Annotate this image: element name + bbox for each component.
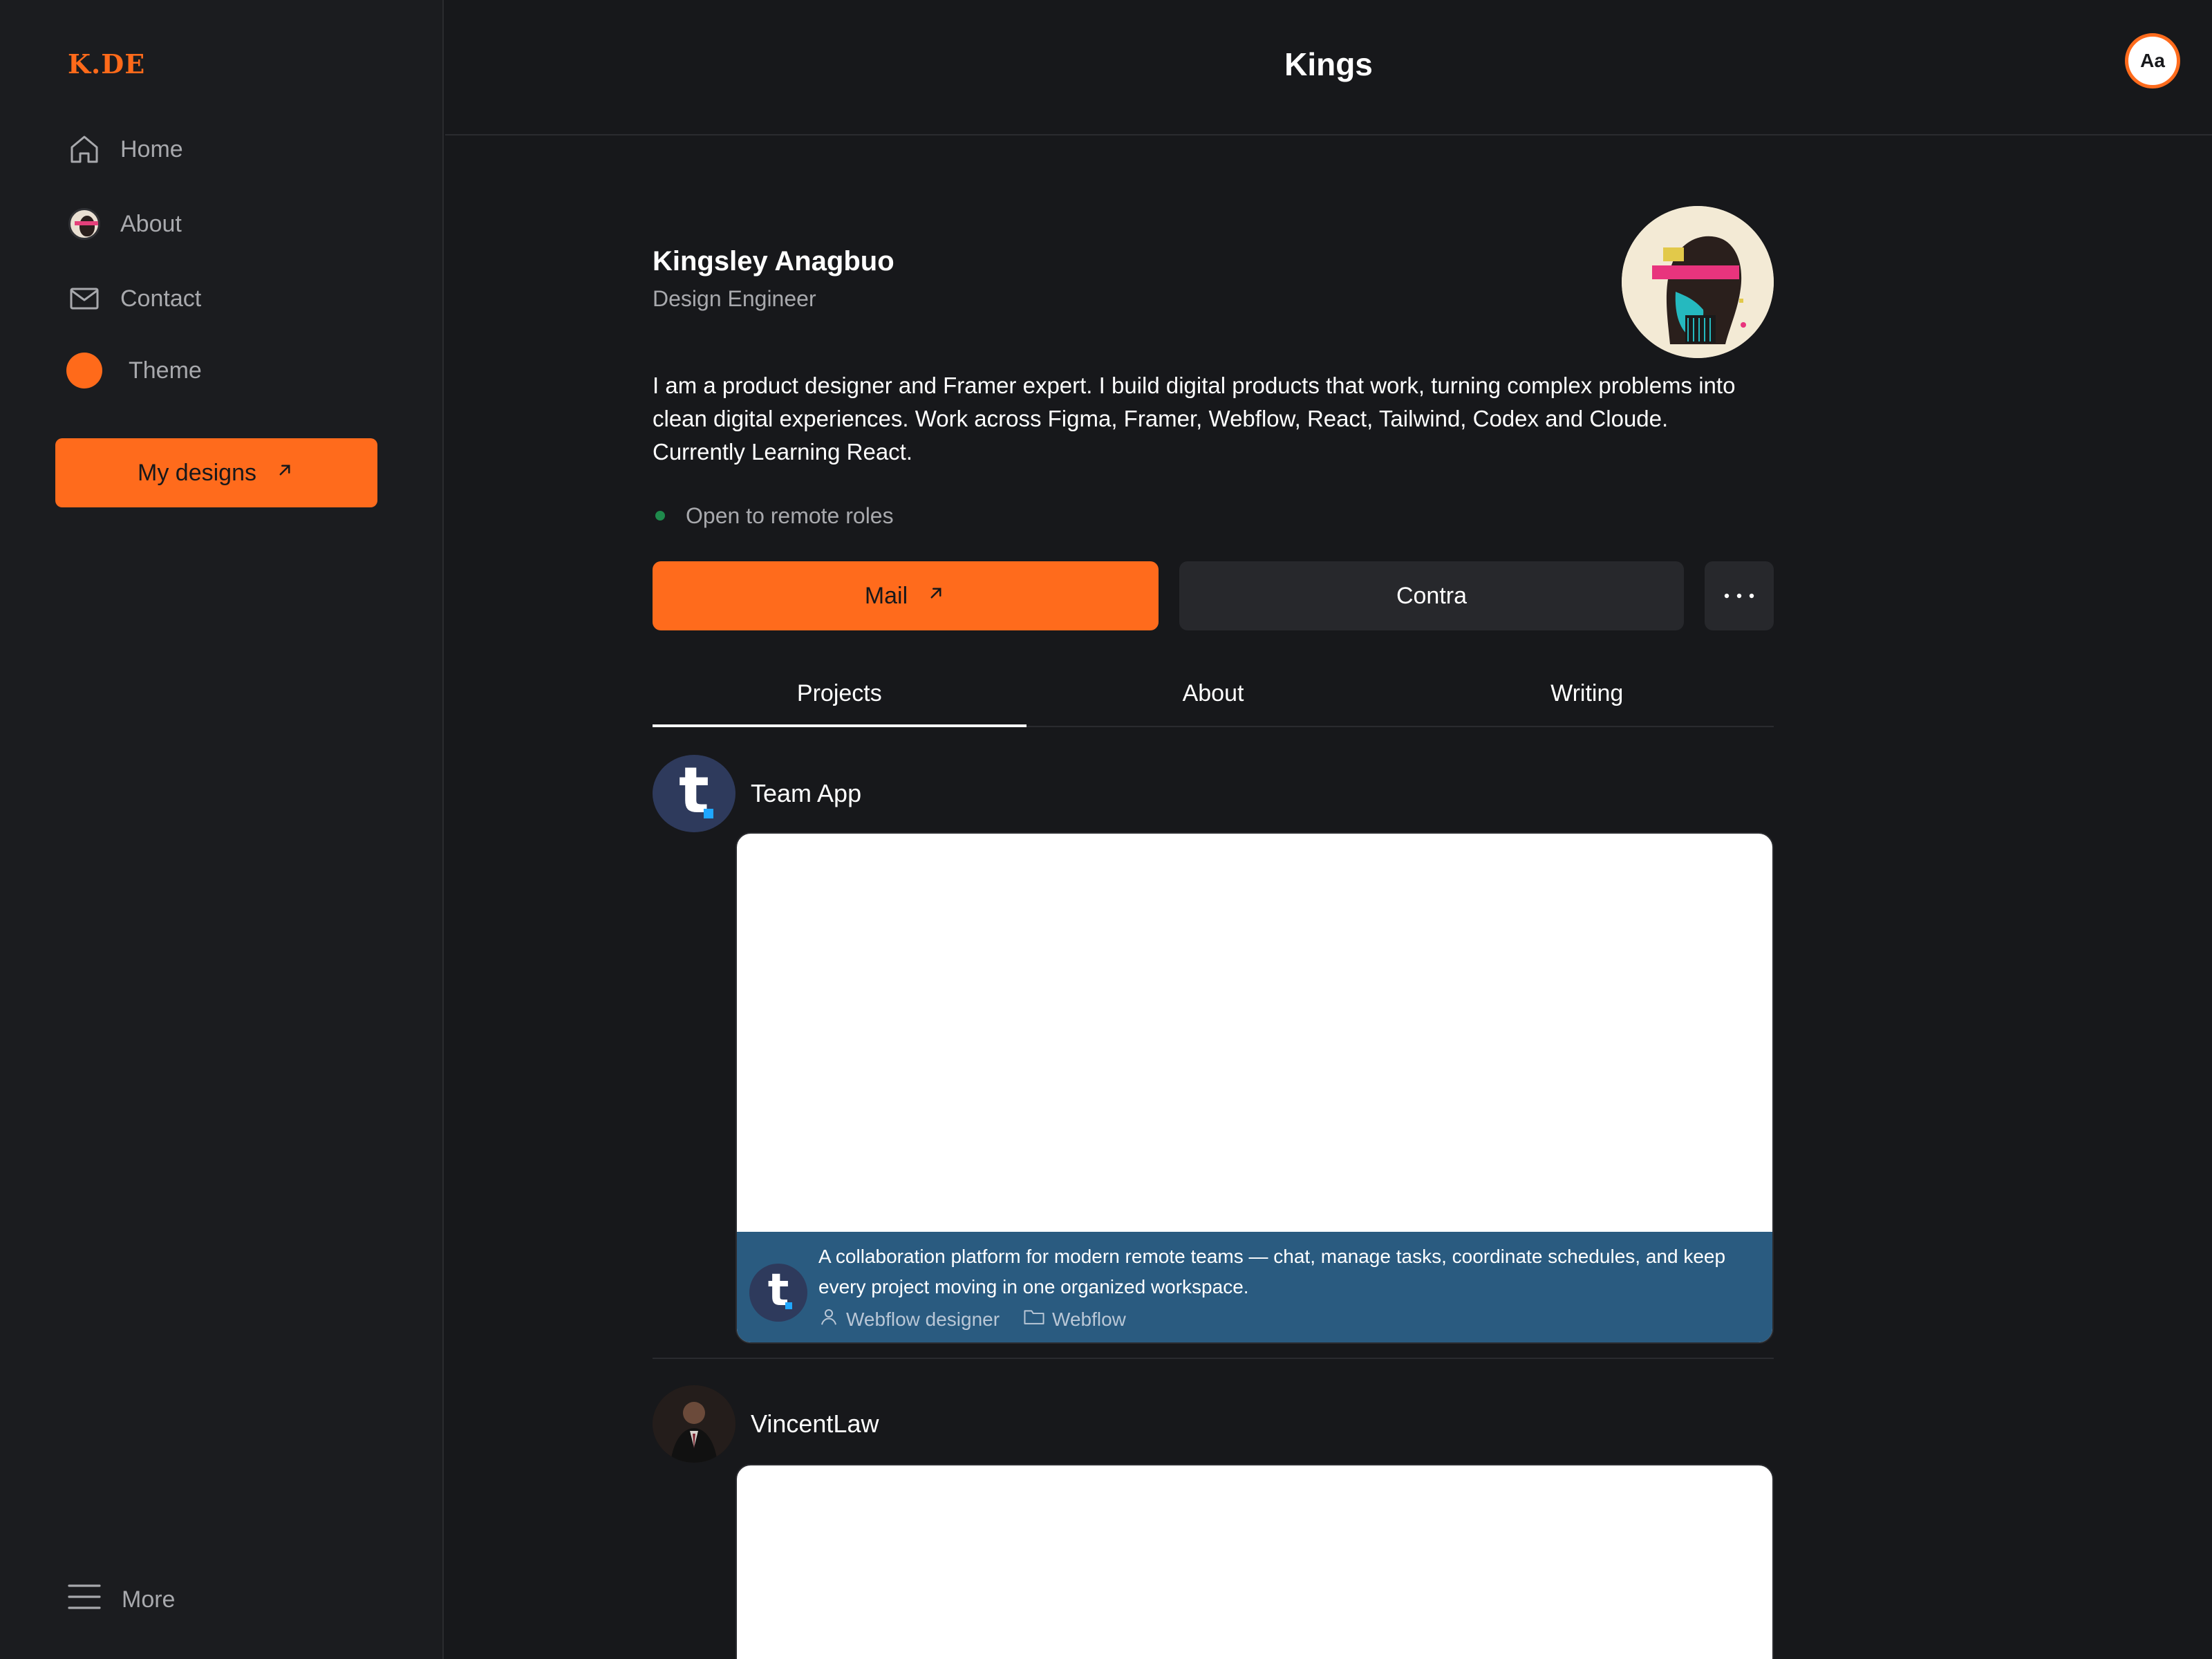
profile-bio: I am a product designer and Framer exper… [653, 373, 1736, 465]
more-options-button[interactable] [1705, 561, 1774, 630]
more-menu-button[interactable]: More [66, 1577, 175, 1622]
project-card-team-app[interactable]: t A collaboration platform for modern re… [735, 832, 1774, 1344]
sidebar-item-contact[interactable]: Contact [66, 276, 201, 321]
ellipsis-icon [1723, 591, 1755, 601]
project-title: Team App [751, 779, 862, 807]
sidebar-item-label: Home [120, 135, 183, 162]
vincentlaw-avatar [653, 1385, 735, 1463]
team-app-logo-icon: t [653, 755, 735, 832]
team-app-logo-icon: t [749, 1264, 807, 1322]
project-header-vincentlaw[interactable]: VincentLaw [653, 1385, 879, 1463]
availability-status: Open to remote roles [653, 499, 894, 532]
profile-role: Design Engineer [653, 286, 816, 311]
profile-tabs: Projects About Writing [653, 661, 1774, 727]
project-card-vincentlaw[interactable] [735, 1464, 1774, 1659]
project-header-team-app[interactable]: t Team App [653, 755, 861, 832]
font-toggle-button[interactable]: Aa [2125, 33, 2180, 88]
tab-writing[interactable]: Writing [1400, 661, 1774, 726]
status-dot-icon [655, 511, 665, 521]
project-role: Webflow designer [846, 1308, 1000, 1330]
sidebar-item-label: Contact [120, 285, 202, 312]
sidebar: K.DE Home About Contact Theme My designs… [0, 0, 444, 1659]
contra-button-label: Contra [1396, 582, 1468, 609]
sidebar-item-label: About [120, 210, 182, 237]
project-title: VincentLaw [751, 1409, 879, 1438]
mail-button[interactable]: Mail [653, 561, 1159, 630]
user-icon [818, 1306, 839, 1332]
arrow-up-right-icon [926, 583, 946, 610]
tab-projects[interactable]: Projects [653, 661, 1027, 727]
tab-about[interactable]: About [1027, 661, 1400, 726]
profile-photo [1622, 206, 1774, 358]
app-root: K.DE Home About Contact Theme My designs… [0, 0, 2212, 1659]
project-divider [653, 1358, 1774, 1359]
mail-icon [66, 281, 102, 317]
sidebar-item-about[interactable]: About [66, 202, 182, 246]
sidebar-item-label: Theme [129, 357, 202, 384]
home-icon [66, 131, 102, 167]
project-meta: Webflow designer Webflow [818, 1306, 1126, 1332]
project-description: A collaboration platform for modern remo… [818, 1246, 1726, 1297]
my-designs-label: My designs [138, 459, 256, 486]
hamburger-icon [66, 1582, 102, 1618]
arrow-up-right-icon [274, 460, 295, 487]
moon-icon [66, 353, 102, 388]
mail-button-label: Mail [864, 582, 908, 609]
sidebar-item-theme[interactable]: Theme [66, 348, 202, 393]
my-designs-button[interactable]: My designs [55, 438, 377, 507]
top-header: Kings Aa [445, 0, 2212, 135]
site-logo[interactable]: K.DE [68, 48, 145, 79]
more-label: More [122, 1586, 176, 1613]
status-label: Open to remote roles [686, 503, 894, 528]
contra-button[interactable]: Contra [1179, 561, 1684, 630]
page-title: Kings [1284, 46, 1373, 82]
sidebar-item-home[interactable]: Home [66, 127, 183, 171]
profile-name: Kingsley Anagbuo [653, 246, 894, 276]
folder-icon [1023, 1307, 1045, 1331]
about-avatar-icon [66, 206, 102, 242]
project-tool: Webflow [1052, 1308, 1126, 1330]
project-caption: t A collaboration platform for modern re… [737, 1232, 1772, 1342]
